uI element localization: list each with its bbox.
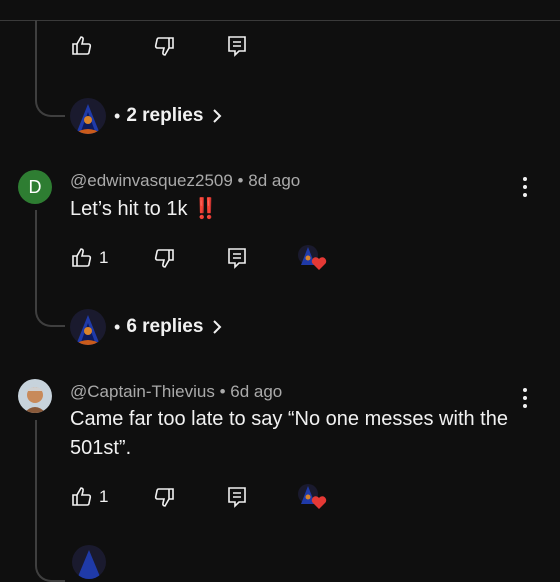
chevron-right-icon bbox=[213, 109, 222, 123]
reply-icon[interactable] bbox=[225, 246, 249, 270]
comment-meta: @edwinvasquez2509 • 8d ago bbox=[70, 171, 300, 191]
author-handle[interactable]: @Captain-Thievius bbox=[70, 382, 215, 401]
timestamp[interactable]: 8d ago bbox=[248, 171, 300, 190]
more-vert-icon[interactable] bbox=[522, 388, 528, 410]
like-icon[interactable] bbox=[70, 485, 94, 509]
replies-label: 2 replies bbox=[126, 105, 204, 126]
replies-toggle[interactable]: • 2 replies bbox=[70, 96, 223, 136]
dislike-icon[interactable] bbox=[152, 485, 176, 509]
avatar[interactable]: D bbox=[18, 170, 52, 204]
author-handle[interactable]: @edwinvasquez2509 bbox=[70, 171, 233, 190]
avatar[interactable] bbox=[18, 379, 52, 413]
creator-heart-icon bbox=[297, 483, 327, 511]
separator-dot: • bbox=[237, 171, 244, 190]
avatar bbox=[72, 545, 106, 579]
separator-dot: • bbox=[219, 382, 226, 401]
like-count: 1 bbox=[99, 487, 109, 506]
separator-dot: • bbox=[114, 316, 121, 337]
separator-dot: • bbox=[114, 105, 121, 126]
thread-line bbox=[35, 210, 65, 327]
dislike-icon[interactable] bbox=[152, 246, 176, 270]
replies-toggle[interactable]: • 6 replies bbox=[70, 307, 223, 347]
like-icon[interactable] bbox=[70, 246, 94, 270]
top-divider bbox=[0, 20, 560, 21]
chevron-right-icon bbox=[213, 320, 222, 334]
creator-heart-icon bbox=[297, 244, 327, 272]
thread-line bbox=[35, 20, 65, 117]
timestamp[interactable]: 6d ago bbox=[230, 382, 282, 401]
thread-line bbox=[35, 420, 65, 582]
comment-text: Let’s hit to 1k ‼️ bbox=[70, 198, 218, 220]
avatar bbox=[70, 309, 106, 345]
comment-meta: @Captain-Thievius • 6d ago bbox=[70, 382, 282, 402]
like-icon[interactable] bbox=[70, 34, 94, 58]
reply-icon[interactable] bbox=[225, 34, 249, 58]
replies-label: 6 replies bbox=[126, 316, 204, 337]
more-vert-icon[interactable] bbox=[522, 177, 528, 199]
reply-icon[interactable] bbox=[225, 485, 249, 509]
avatar bbox=[70, 98, 106, 134]
dislike-icon[interactable] bbox=[152, 34, 176, 58]
like-count: 1 bbox=[99, 248, 109, 267]
avatar-letter: D bbox=[28, 176, 42, 197]
comment-text: Came far too late to say “No one messes … bbox=[70, 408, 508, 459]
